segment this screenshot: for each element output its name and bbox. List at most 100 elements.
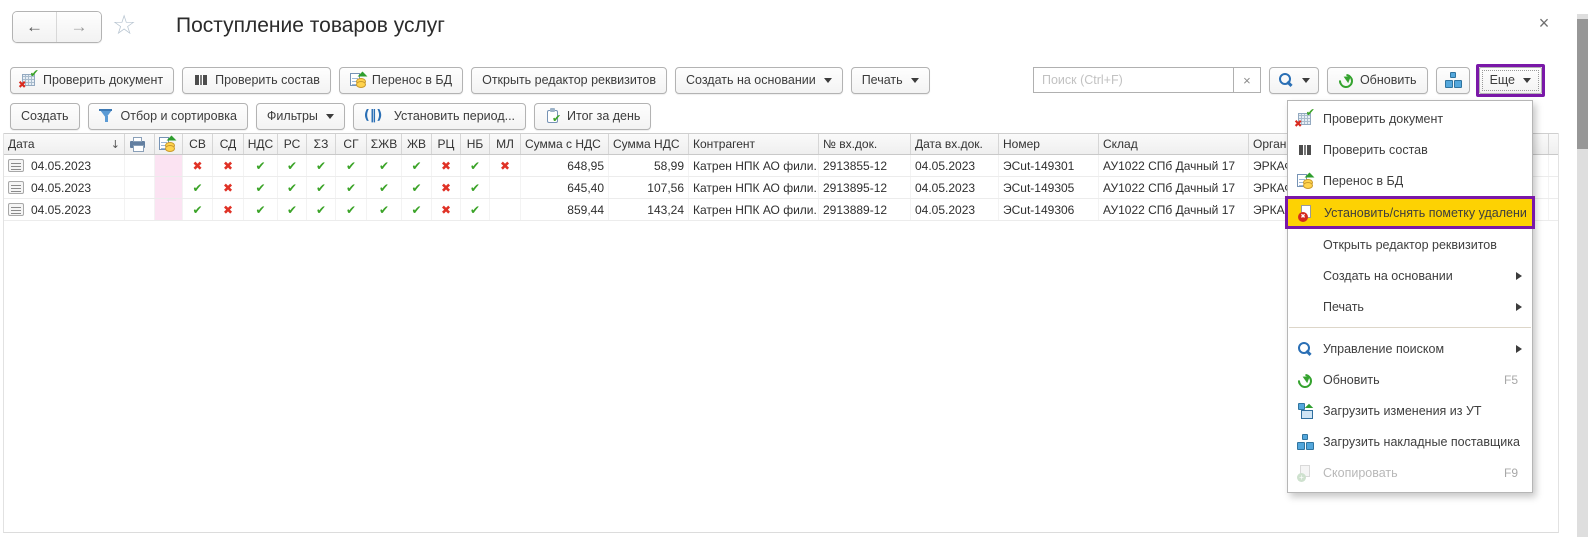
copy-icon	[1297, 465, 1313, 481]
column-header-f3[interactable]: РС	[278, 134, 307, 154]
forward-button[interactable]: →	[57, 12, 101, 42]
cell-contractor: Катрен НПК АО фили...	[689, 177, 819, 198]
check-contents-icon	[1297, 142, 1313, 158]
menu-item-icon-slot	[1296, 465, 1314, 481]
day-total-label: Итог за день	[567, 109, 640, 123]
cell-f4: ✔	[307, 177, 336, 198]
cell-date: 04.05.2023	[4, 199, 125, 220]
scrollbar-thumb[interactable]	[1577, 19, 1588, 149]
cell-date: 04.05.2023	[4, 155, 125, 176]
menu-item-load-changes-ut[interactable]: Загрузить изменения из УТ	[1288, 395, 1532, 426]
filter-sort-button[interactable]: Отбор и сортировка	[88, 103, 248, 130]
check-mark-icon: ✔	[346, 203, 356, 217]
menu-separator	[1289, 327, 1531, 328]
day-total-button[interactable]: Итог за день	[534, 103, 651, 130]
menu-item-print[interactable]: Печать	[1288, 291, 1532, 322]
menu-item-check-contents[interactable]: Проверить состав	[1288, 134, 1532, 165]
clipboard-icon	[545, 108, 561, 124]
check-mark-icon: ✔	[255, 181, 265, 195]
chevron-down-icon	[326, 114, 334, 123]
transfer-db-button[interactable]: Перенос в БД	[339, 67, 463, 94]
refresh-button[interactable]: Обновить	[1327, 67, 1428, 94]
cell-transfer	[155, 155, 183, 176]
column-header-vat_sum[interactable]: Сумма НДС	[609, 134, 689, 154]
cell-warehouse: АУ1022 СПб Дачный 17	[1099, 177, 1249, 198]
cell-text: 2913889-12	[823, 203, 887, 217]
column-header-f7[interactable]: ЖВ	[402, 134, 432, 154]
menu-item-copy[interactable]: СкопироватьF9	[1288, 457, 1532, 488]
cell-f9: ✔	[461, 155, 490, 176]
column-header-f8[interactable]: РЦ	[432, 134, 461, 154]
menu-item-load-supplier-invoices[interactable]: Загрузить накладные поставщика	[1288, 426, 1532, 457]
back-button[interactable]: ←	[13, 12, 57, 42]
menu-item-transfer-db[interactable]: Перенос в БД	[1288, 165, 1532, 196]
print-button[interactable]: Печать	[851, 67, 930, 94]
create-button[interactable]: Создать	[10, 103, 80, 130]
column-header-f5[interactable]: СГ	[336, 134, 367, 154]
toolbar-primary-buttons: Проверить документ Проверить состав Перено…	[10, 67, 930, 94]
cell-text: 58,99	[654, 159, 684, 173]
search-options-button[interactable]	[1269, 67, 1319, 94]
cell-number: ЭCut-149305	[999, 177, 1099, 198]
menu-item-check-document[interactable]: Проверить документ	[1288, 103, 1532, 134]
column-label-incoming_date: Дата вх.док.	[915, 137, 983, 151]
cell-text: Катрен НПК АО фили...	[693, 181, 819, 195]
cell-f5: ✔	[336, 199, 367, 220]
column-header-transfer[interactable]	[155, 134, 183, 154]
cell-date-text: 04.05.2023	[31, 203, 91, 217]
open-attr-editor-button[interactable]: Открыть редактор реквизитов	[471, 67, 667, 94]
column-header-number[interactable]: Номер	[999, 134, 1099, 154]
search-input[interactable]	[1033, 67, 1233, 93]
column-header-contractor[interactable]: Контрагент	[689, 134, 819, 154]
column-header-f0[interactable]: СВ	[183, 134, 213, 154]
document-row-icon	[8, 181, 24, 194]
create-based-on-button[interactable]: Создать на основании	[675, 67, 843, 94]
cell-date: 04.05.2023	[4, 177, 125, 198]
menu-item-search-management[interactable]: Управление поиском	[1288, 333, 1532, 364]
menu-item-toggle-delete-mark[interactable]: Установить/снять пометку удаления	[1285, 196, 1535, 229]
column-header-incoming_date[interactable]: Дата вх.док.	[911, 134, 999, 154]
column-header-sum_with_vat[interactable]: Сумма с НДС	[521, 134, 609, 154]
menu-item-open-attr-editor[interactable]: Открыть редактор реквизитов	[1288, 229, 1532, 260]
check-document-button[interactable]: Проверить документ	[10, 67, 174, 94]
set-period-button[interactable]: Установить период...	[353, 103, 526, 130]
filters-button[interactable]: Фильтры	[256, 103, 345, 130]
cell-date-text: 04.05.2023	[31, 159, 91, 173]
load-invoices-icon	[1297, 434, 1313, 450]
column-header-f10[interactable]: МЛ	[490, 134, 521, 154]
check-mark-icon: ✔	[192, 203, 202, 217]
vertical-scrollbar[interactable]	[1577, 14, 1588, 537]
column-header-print[interactable]	[125, 134, 155, 154]
column-header-incoming_no[interactable]: № вх.док.	[819, 134, 911, 154]
check-mark-icon: ✔	[346, 159, 356, 173]
menu-item-create-based-on[interactable]: Создать на основании	[1288, 260, 1532, 291]
cell-f9: ✔	[461, 199, 490, 220]
column-header-f9[interactable]: НБ	[461, 134, 490, 154]
load-supplier-invoices-button[interactable]	[1436, 67, 1470, 94]
cross-mark-icon: ✖	[192, 159, 202, 173]
column-header-date[interactable]: Дата↓	[4, 134, 125, 154]
more-button[interactable]: Еще	[1479, 67, 1542, 94]
column-header-f6[interactable]: ΣЖВ	[367, 134, 402, 154]
cell-f10: ✖	[490, 155, 521, 176]
menu-item-refresh[interactable]: ОбновитьF5	[1288, 364, 1532, 395]
cell-text: 04.05.2023	[915, 181, 975, 195]
transfer-db-label: Перенос в БД	[372, 73, 452, 87]
menu-item-label: Проверить состав	[1323, 143, 1428, 157]
chevron-down-icon	[1302, 78, 1310, 87]
column-header-f1[interactable]: СД	[213, 134, 244, 154]
cell-number: ЭCut-149301	[999, 155, 1099, 176]
favorite-star-icon[interactable]: ☆	[112, 10, 136, 41]
column-label-incoming_no: № вх.док.	[823, 137, 877, 151]
search-clear-button[interactable]: ×	[1233, 67, 1261, 93]
close-button[interactable]: ×	[1531, 10, 1557, 36]
column-header-f4[interactable]: ΣЗ	[307, 134, 336, 154]
column-label-f7: ЖВ	[407, 137, 426, 151]
column-label-f3: РС	[284, 137, 301, 151]
check-contents-button[interactable]: Проверить состав	[182, 67, 331, 94]
column-header-warehouse[interactable]: Склад	[1099, 134, 1249, 154]
column-header-f2[interactable]: НДС	[244, 134, 278, 154]
column-label-f9: НБ	[467, 137, 484, 151]
transfer-db-icon	[159, 136, 175, 152]
refresh-icon	[1338, 72, 1354, 88]
